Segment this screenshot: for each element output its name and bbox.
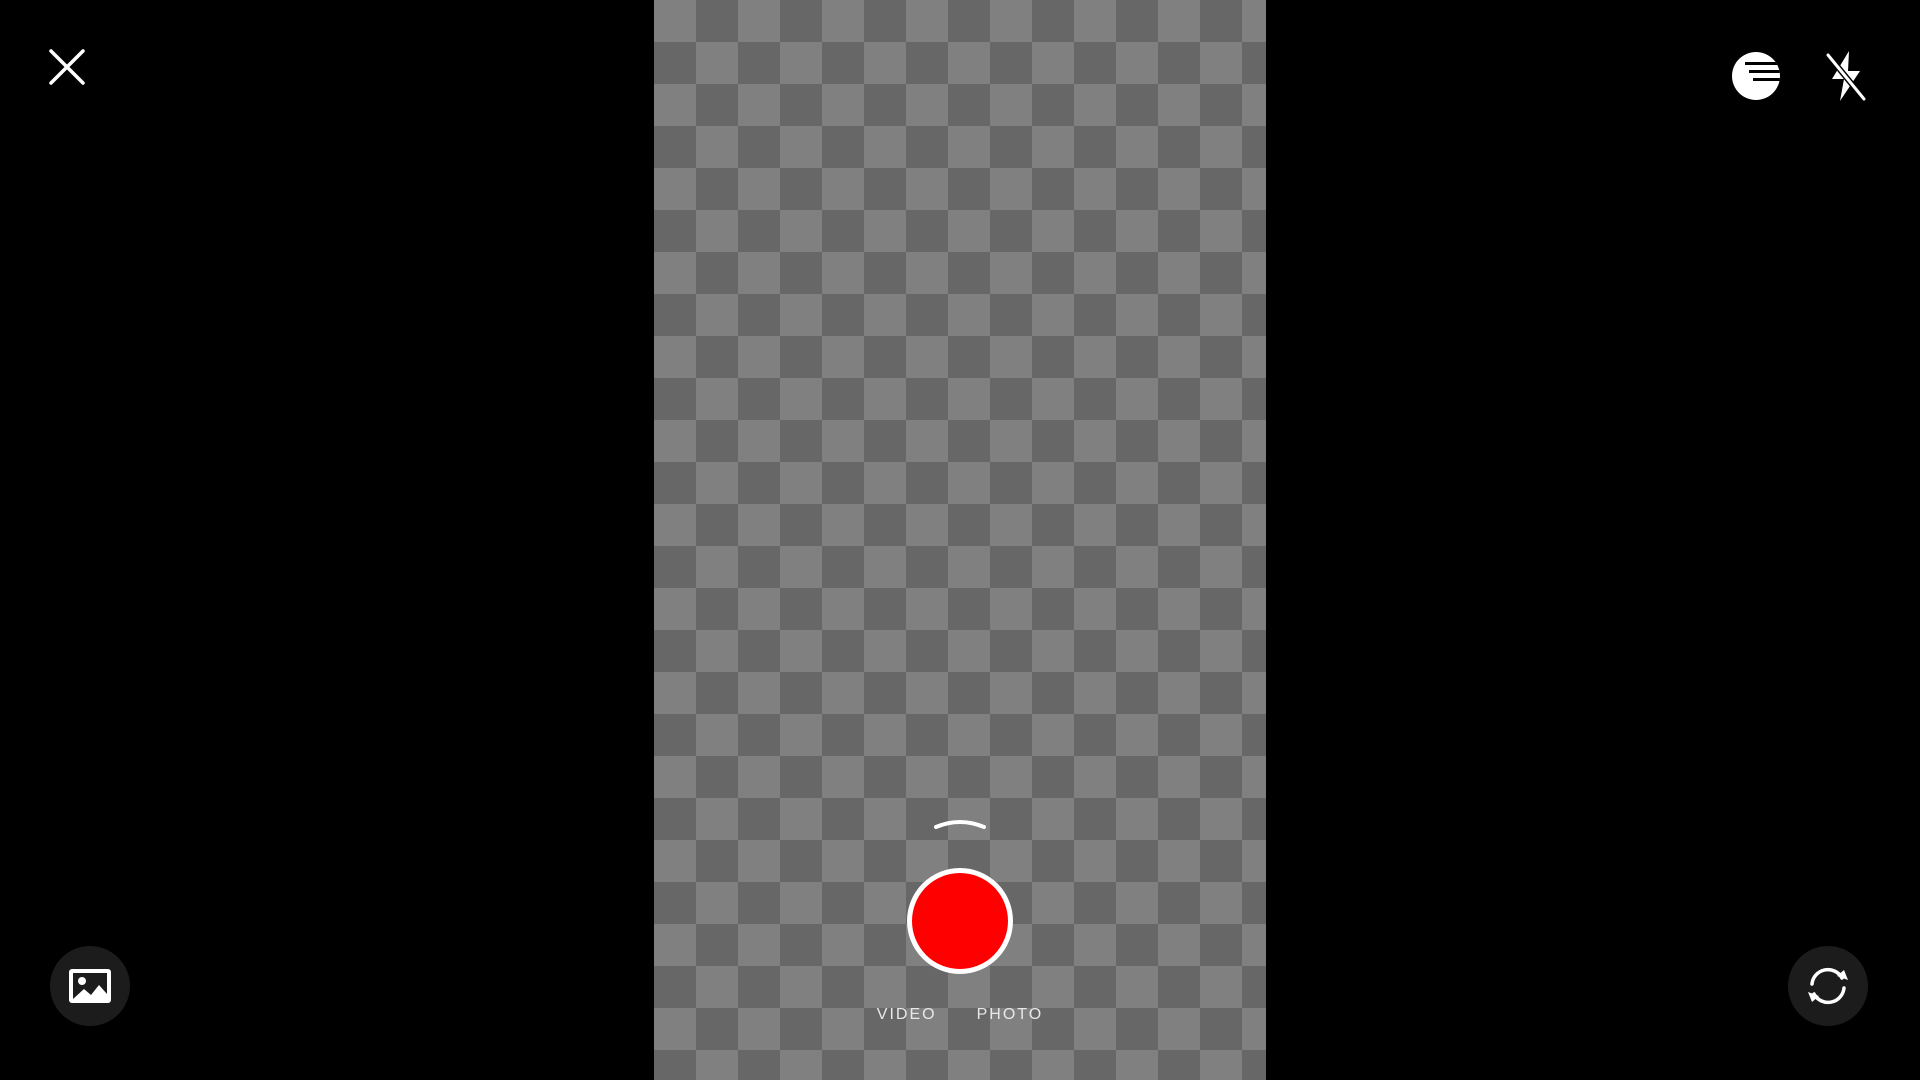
mode-video[interactable]: VIDEO	[877, 1006, 937, 1030]
flip-camera-button[interactable]	[1788, 946, 1868, 1026]
gallery-button[interactable]	[50, 946, 130, 1026]
gallery-icon	[69, 969, 111, 1003]
shutter-button[interactable]	[907, 868, 1013, 974]
flash-toggle-button[interactable]	[1818, 48, 1874, 104]
capture-mode-selector: VIDEO PHOTO	[810, 1006, 1110, 1030]
filter-icon	[1732, 52, 1780, 100]
flash-off-icon	[1825, 51, 1867, 101]
filter-button[interactable]	[1728, 48, 1784, 104]
flip-camera-icon	[1808, 967, 1848, 1005]
close-button[interactable]	[40, 40, 94, 94]
camera-screen: VIDEO PHOTO	[0, 0, 1920, 1080]
chevron-up-icon	[934, 820, 986, 829]
close-icon	[49, 49, 85, 85]
mode-photo[interactable]: PHOTO	[977, 1006, 1044, 1030]
expand-modes-button[interactable]	[930, 812, 990, 834]
